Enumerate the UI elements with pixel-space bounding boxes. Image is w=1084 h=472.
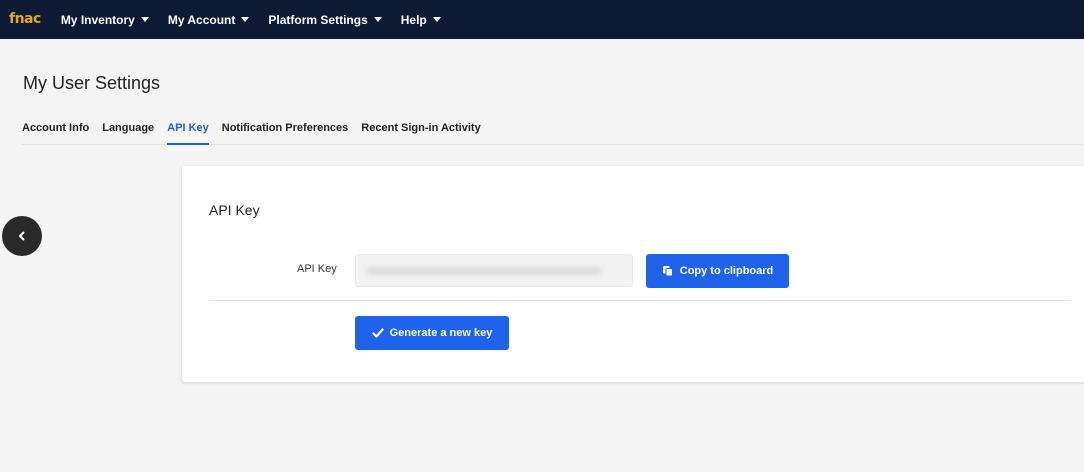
caret-down-icon xyxy=(373,17,382,22)
tab-account-info[interactable]: Account Info xyxy=(22,121,89,145)
api-key-label: API Key xyxy=(297,263,337,275)
check-icon xyxy=(372,328,384,338)
copy-button-label: Copy to clipboard xyxy=(679,265,774,277)
tab-api-key[interactable]: API Key xyxy=(167,121,209,145)
nav-platform-settings[interactable]: Platform Settings xyxy=(268,12,382,27)
nav-label: Platform Settings xyxy=(268,12,368,27)
nav-label: Help xyxy=(400,12,427,27)
generate-button-label: Generate a new key xyxy=(389,327,493,339)
copy-icon xyxy=(662,266,673,277)
nav-label: My Account xyxy=(167,12,236,27)
nav-help[interactable]: Help xyxy=(401,13,441,27)
chevron-left-icon xyxy=(19,231,25,241)
api-key-field[interactable] xyxy=(355,254,633,287)
card-title: API Key xyxy=(209,202,260,218)
nav-my-account[interactable]: My Account xyxy=(168,13,250,27)
tab-notification-preferences[interactable]: Notification Preferences xyxy=(222,121,349,145)
nav-my-inventory[interactable]: My Inventory xyxy=(61,13,149,27)
generate-new-key-button[interactable]: Generate a new key xyxy=(355,316,509,350)
tab-language[interactable]: Language xyxy=(102,121,154,145)
divider xyxy=(209,300,1071,301)
api-key-card: API Key API Key Copy to clipboard Genera… xyxy=(182,166,1084,382)
caret-down-icon xyxy=(140,17,149,22)
nav-label: My Inventory xyxy=(60,12,135,27)
fnac-logo[interactable]: fnac xyxy=(9,11,41,27)
caret-down-icon xyxy=(432,17,441,22)
tab-recent-sign-in-activity[interactable]: Recent Sign-in Activity xyxy=(361,121,480,145)
copy-to-clipboard-button[interactable]: Copy to clipboard xyxy=(646,254,789,288)
settings-tabs: Account Info Language API Key Notificati… xyxy=(22,121,1084,145)
page-title: My User Settings xyxy=(23,73,161,93)
back-button[interactable] xyxy=(2,216,42,256)
masked-api-key-value xyxy=(366,267,602,275)
caret-down-icon xyxy=(241,17,250,22)
top-navigation-bar: fnac My Inventory My Account Platform Se… xyxy=(0,0,1084,39)
